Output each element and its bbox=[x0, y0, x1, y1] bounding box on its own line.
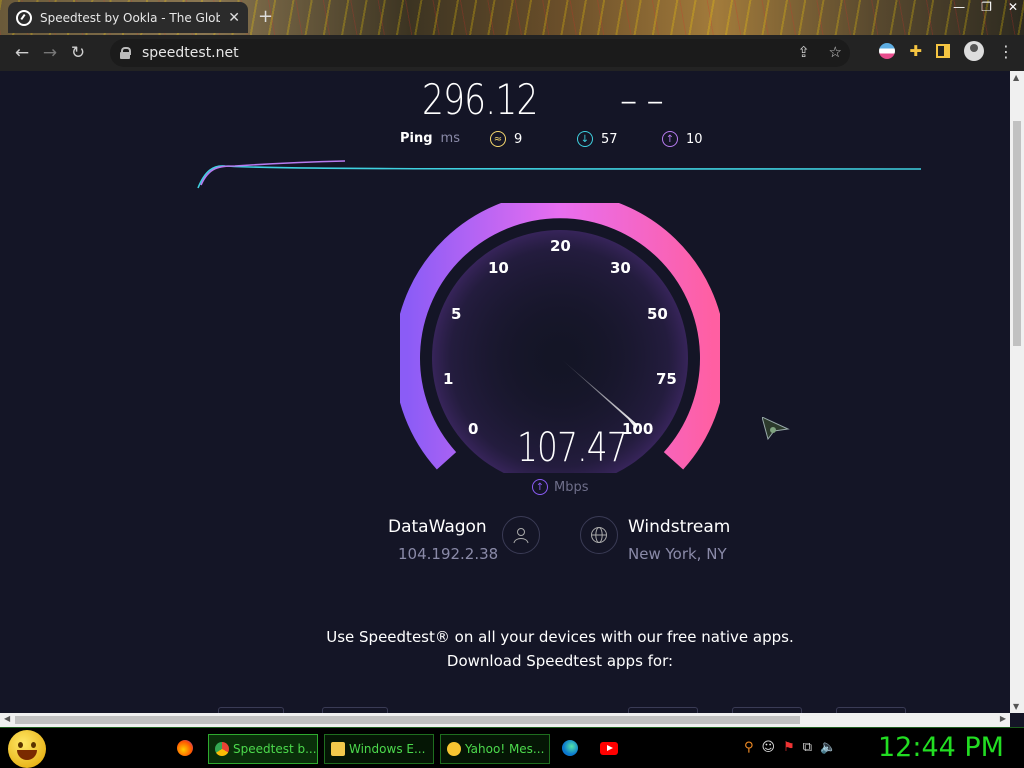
speedtest-page: 296.12 – – Ping ms ≈ 9 ↓ 57 ↑ 10 0 1 5 1… bbox=[0, 71, 1010, 713]
ping-label-group: Ping ms bbox=[400, 131, 460, 146]
close-window-button[interactable]: ✕ bbox=[1008, 0, 1018, 14]
jitter-icon: ≈ bbox=[490, 131, 506, 147]
speedtest-favicon-icon bbox=[16, 9, 32, 26]
scroll-left-icon[interactable]: ◀ bbox=[4, 714, 10, 723]
gauge-tick-50: 50 bbox=[647, 305, 668, 323]
user-glyph bbox=[513, 528, 529, 544]
scroll-right-icon[interactable]: ▶ bbox=[1000, 714, 1006, 723]
vertical-scroll-thumb[interactable] bbox=[1013, 121, 1021, 346]
youtube-icon[interactable] bbox=[600, 742, 618, 755]
messenger-tray-icon[interactable]: ☺ bbox=[762, 740, 776, 755]
mouse-cursor-icon bbox=[762, 417, 790, 441]
network-icon[interactable]: ⧉ bbox=[803, 740, 812, 755]
taskbar-yahoo-label: Yahoo! Mes... bbox=[465, 742, 545, 756]
taskbar-yahoo-button[interactable]: Yahoo! Mes... bbox=[440, 734, 550, 764]
host-name[interactable]: Windstream bbox=[628, 517, 730, 537]
address-bar[interactable]: speedtest.net ⇪ ☆ bbox=[110, 39, 850, 67]
yahoo-messenger-icon bbox=[447, 742, 461, 756]
search-icon[interactable]: ⚲ bbox=[744, 740, 754, 755]
chrome-icon bbox=[215, 742, 229, 756]
taskbar-chrome-button[interactable]: Speedtest b... bbox=[208, 734, 318, 764]
flag-extension-icon[interactable] bbox=[879, 43, 896, 59]
url-text[interactable]: speedtest.net bbox=[142, 45, 239, 61]
jitter-group: ≈ 9 bbox=[490, 131, 522, 147]
side-panel-icon[interactable] bbox=[936, 44, 950, 58]
gauge-tick-1: 1 bbox=[443, 370, 454, 388]
horizontal-scrollbar[interactable]: ◀ ▶ bbox=[0, 713, 1010, 727]
taskbar-chrome-label: Speedtest b... bbox=[233, 742, 317, 756]
browser-menu-icon[interactable]: ⋮ bbox=[998, 42, 1014, 61]
gauge-tick-20: 20 bbox=[550, 237, 571, 255]
lock-icon[interactable] bbox=[120, 47, 131, 59]
upload-arrow-icon: ↑ bbox=[532, 479, 548, 495]
speed-history-graph bbox=[197, 160, 922, 189]
isp-name: DataWagon bbox=[388, 517, 487, 537]
browser-toolbar: ← → ↻ speedtest.net ⇪ ☆ ✚ ⋮ bbox=[0, 35, 1024, 71]
minimize-button[interactable]: — bbox=[953, 0, 965, 14]
reload-icon[interactable]: ↻ bbox=[64, 43, 92, 63]
globe-icon[interactable] bbox=[580, 516, 618, 554]
start-button-smiley-icon[interactable] bbox=[8, 730, 46, 768]
scroll-up-icon[interactable]: ▲ bbox=[1013, 73, 1019, 82]
gauge-tick-30: 30 bbox=[610, 259, 631, 277]
upload-speed-value: – – bbox=[620, 75, 664, 124]
action-center-flag-icon[interactable]: ⚑ bbox=[783, 740, 795, 755]
folder-icon bbox=[331, 742, 345, 756]
extensions-puzzle-icon[interactable]: ✚ bbox=[909, 42, 922, 60]
browser-tab[interactable]: Speedtest by Ookla - The Global ✕ bbox=[8, 2, 248, 33]
forward-arrow-icon[interactable]: → bbox=[36, 43, 64, 63]
promo-line-1: Use Speedtest® on all your devices with … bbox=[326, 628, 794, 646]
download-ping-group: ↓ 57 bbox=[577, 131, 618, 147]
tab-title: Speedtest by Ookla - The Global bbox=[40, 10, 220, 25]
upload-trend-line bbox=[200, 160, 346, 186]
gauge-tick-0: 0 bbox=[468, 420, 479, 438]
isp-ip: 104.192.2.38 bbox=[398, 545, 499, 563]
taskbar-clock[interactable]: 12:44 PM bbox=[878, 732, 1004, 763]
back-arrow-icon[interactable]: ← bbox=[8, 43, 36, 63]
speed-unit: Mbps bbox=[554, 479, 589, 495]
new-tab-button[interactable]: + bbox=[258, 6, 273, 27]
gauge-tick-75: 75 bbox=[656, 370, 677, 388]
firefox-icon[interactable] bbox=[177, 740, 193, 756]
taskbar-explorer-label: Windows E... bbox=[349, 742, 426, 756]
user-icon[interactable] bbox=[502, 516, 540, 554]
ping-label: Ping bbox=[400, 131, 433, 146]
current-speed-value: 107.47 bbox=[517, 425, 628, 471]
profile-avatar-icon[interactable] bbox=[964, 41, 984, 61]
taskbar-explorer-button[interactable]: Windows E... bbox=[324, 734, 434, 764]
ping-unit: ms bbox=[440, 131, 460, 146]
horizontal-scroll-thumb[interactable] bbox=[15, 716, 800, 724]
vertical-scrollbar[interactable]: ▲ ▼ bbox=[1010, 71, 1024, 713]
taskbar: Speedtest b... Windows E... Yahoo! Mes..… bbox=[0, 727, 1024, 768]
restore-button[interactable]: ❐ bbox=[981, 0, 992, 14]
speed-unit-group: ↑ Mbps bbox=[532, 479, 589, 495]
download-trend-line bbox=[197, 165, 922, 189]
download-arrow-icon: ↓ bbox=[577, 131, 593, 147]
promo-text: Use Speedtest® on all your devices with … bbox=[0, 625, 1010, 673]
upload-ping-group: ↑ 10 bbox=[662, 131, 703, 147]
extension-area: ✚ ⋮ bbox=[879, 41, 1014, 61]
gauge-tick-5: 5 bbox=[451, 305, 462, 323]
host-location: New York, NY bbox=[628, 545, 727, 563]
edge-icon[interactable] bbox=[562, 740, 578, 756]
download-speed-value: 296.12 bbox=[422, 75, 538, 124]
download-ping-value: 57 bbox=[601, 131, 618, 147]
jitter-value: 9 bbox=[514, 131, 523, 147]
bookmark-star-icon[interactable]: ☆ bbox=[829, 43, 842, 61]
volume-icon[interactable]: 🔈 bbox=[820, 740, 836, 755]
share-icon[interactable]: ⇪ bbox=[797, 43, 810, 61]
upload-ping-value: 10 bbox=[686, 131, 703, 147]
gauge-tick-10: 10 bbox=[488, 259, 509, 277]
close-tab-icon[interactable]: ✕ bbox=[228, 10, 240, 26]
promo-line-2: Download Speedtest apps for: bbox=[446, 652, 674, 670]
upload-arrow-icon: ↑ bbox=[662, 131, 678, 147]
system-tray: ⚲ ☺ ⚑ ⧉ 🔈 bbox=[744, 740, 836, 755]
globe-glyph bbox=[591, 527, 607, 543]
window-controls: — ❐ ✕ bbox=[953, 0, 1018, 14]
scroll-down-icon[interactable]: ▼ bbox=[1013, 702, 1019, 711]
browser-title-bar: Speedtest by Ookla - The Global ✕ + — ❐ … bbox=[0, 0, 1024, 35]
